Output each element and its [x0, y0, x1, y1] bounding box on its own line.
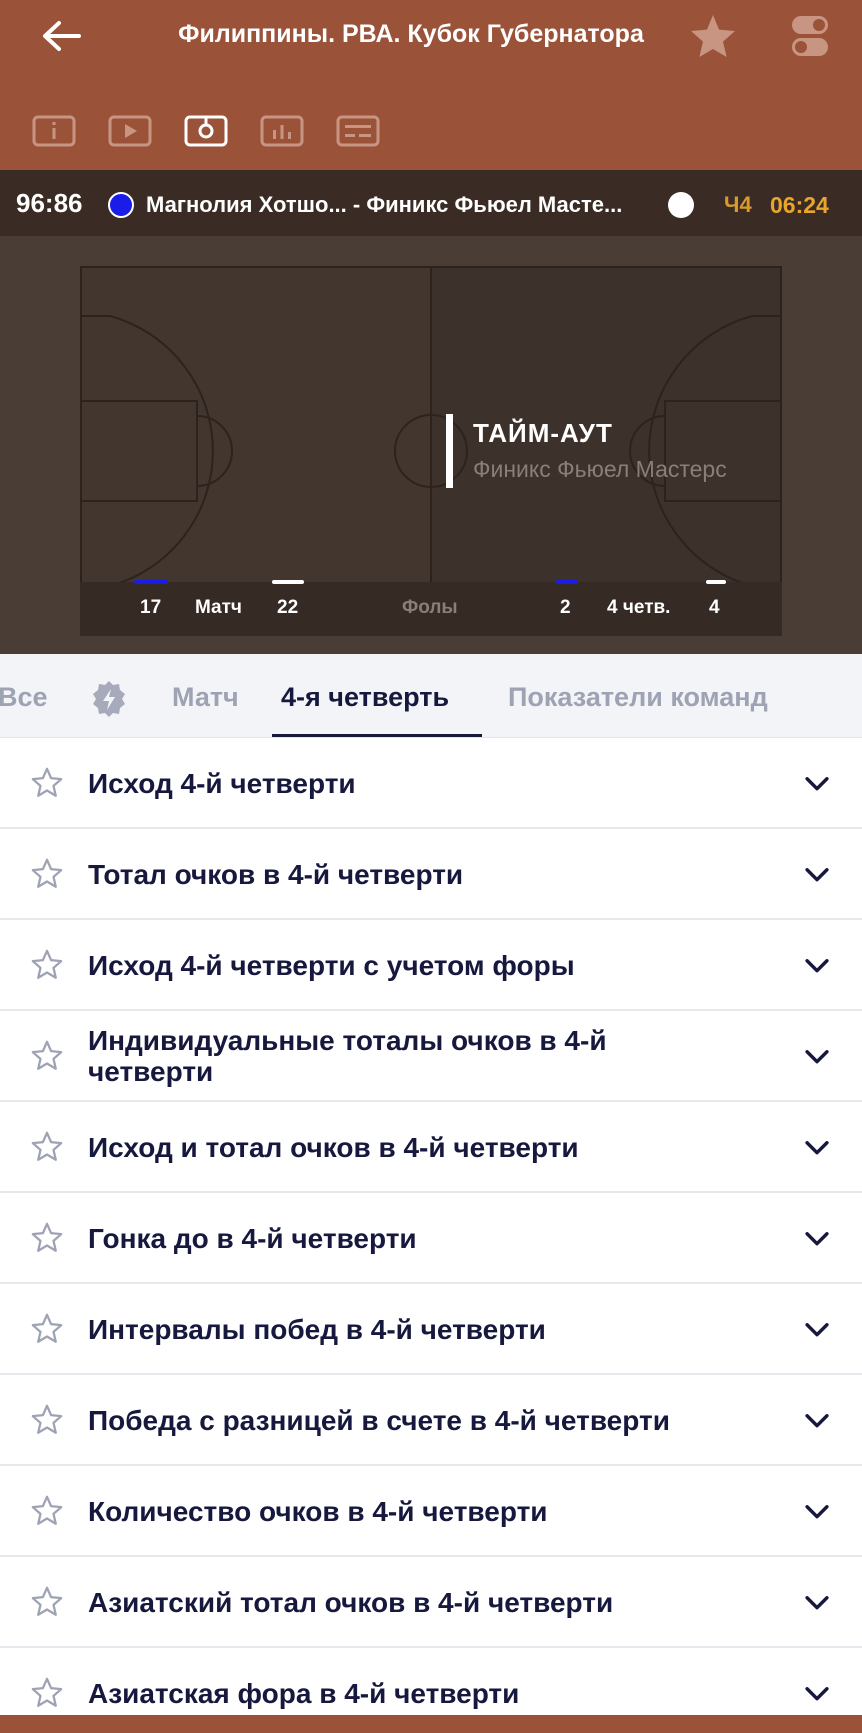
star-outline-icon[interactable]: [30, 1676, 64, 1710]
star-outline-icon[interactable]: [30, 766, 64, 800]
star-outline-icon[interactable]: [30, 1312, 64, 1346]
chevron-down-icon[interactable]: [800, 1403, 834, 1437]
quarter-label: Ч4: [724, 192, 752, 217]
field-tab[interactable]: [184, 114, 228, 148]
stats-tab[interactable]: [260, 114, 304, 148]
market-label: Интервалы побед в 4-й четверти: [88, 1314, 546, 1345]
quarter-fouls-label: 4 четв.: [607, 597, 671, 618]
info-tab[interactable]: [32, 114, 76, 148]
scoreboard-icon: [336, 115, 380, 147]
stats-icon: [260, 115, 304, 147]
chevron-down-icon[interactable]: [800, 1221, 834, 1255]
back-button[interactable]: [36, 14, 86, 58]
chevron-down-icon[interactable]: [800, 1585, 834, 1619]
event-marker: [446, 414, 453, 488]
team2-match-bar: [272, 580, 304, 584]
market-label: Исход 4-й четверти с учетом форы: [88, 950, 575, 981]
team1-match-fouls: 17: [140, 597, 162, 618]
market-row[interactable]: Победа с разницей в счете в 4-й четверти: [0, 1375, 862, 1466]
market-label: Индивидуальные тоталы очков в 4-й четвер…: [88, 1025, 607, 1087]
chevron-down-icon[interactable]: [800, 857, 834, 891]
star-outline-icon[interactable]: [30, 1403, 64, 1437]
team2-color-dot: [668, 192, 694, 218]
team1-color-dot: [108, 192, 134, 218]
tab-quarter-4[interactable]: 4-я четверть: [281, 682, 449, 713]
market-row[interactable]: Исход 4-й четверти: [0, 738, 862, 829]
court-lines: [80, 266, 782, 636]
tab-team-stats[interactable]: Показатели команд: [508, 682, 768, 713]
chevron-down-icon[interactable]: [800, 1130, 834, 1164]
market-row[interactable]: Тотал очков в 4-й четверти: [0, 829, 862, 920]
tab-match[interactable]: Матч: [172, 682, 239, 713]
chevron-down-icon[interactable]: [800, 1494, 834, 1528]
star-outline-icon[interactable]: [30, 1039, 64, 1073]
event-title: ТАЙМ-АУТ: [473, 418, 613, 448]
market-label: Тотал очков в 4-й четверти: [88, 859, 464, 890]
team1-match-bar: [134, 580, 168, 584]
video-icon: [108, 115, 152, 147]
scoreboard-tab[interactable]: [336, 114, 380, 148]
market-tabs: Все Матч 4-я четверть Показатели команд: [0, 654, 862, 738]
market-row[interactable]: Количество очков в 4-й четверти: [0, 1466, 862, 1557]
header: Филиппины. РВА. Кубок Губернатора: [0, 0, 862, 170]
market-row[interactable]: Индивидуальные тоталы очков в 4-й четвер…: [0, 1011, 862, 1102]
page-title: Филиппины. РВА. Кубок Губернатора: [178, 20, 644, 48]
favorite-button[interactable]: [686, 10, 740, 62]
star-outline-icon[interactable]: [30, 857, 64, 891]
chevron-down-icon[interactable]: [800, 1039, 834, 1073]
market-label: Гонка до в 4-й четверти: [88, 1223, 417, 1254]
star-outline-icon[interactable]: [30, 1494, 64, 1528]
tab-all[interactable]: Все: [0, 682, 48, 713]
market-label: Исход и тотал очков в 4-й четверти: [88, 1132, 579, 1163]
video-tab[interactable]: [108, 114, 152, 148]
settings-button[interactable]: [784, 10, 836, 62]
star-icon: [691, 15, 735, 57]
team2-quarter-fouls: 4: [709, 597, 720, 618]
toggle-settings-icon: [792, 16, 828, 56]
star-outline-icon[interactable]: [30, 1585, 64, 1619]
market-label: Количество очков в 4-й четверти: [88, 1496, 548, 1527]
market-label: Победа с разницей в счете в 4-й четверти: [88, 1405, 670, 1436]
chevron-down-icon[interactable]: [800, 948, 834, 982]
active-tab-indicator: [272, 734, 482, 737]
game-clock: 06:24: [770, 192, 829, 218]
market-row[interactable]: Азиатский тотал очков в 4-й четверти: [0, 1557, 862, 1648]
match-score: 96:86: [16, 188, 83, 218]
match-label: Матч: [195, 597, 242, 618]
market-label: Исход 4-й четверти: [88, 768, 356, 799]
market-label: Азиатский тотал очков в 4-й четверти: [88, 1587, 614, 1618]
star-outline-icon[interactable]: [30, 948, 64, 982]
market-row[interactable]: Исход 4-й четверти с учетом форы: [0, 920, 862, 1011]
event-team: Финикс Фьюел Мастерс: [473, 456, 727, 482]
market-row[interactable]: Интервалы побед в 4-й четверти: [0, 1284, 862, 1375]
bottom-bar: [0, 1715, 862, 1733]
team2-quarter-bar: [706, 580, 726, 584]
market-row[interactable]: Гонка до в 4-й четверти: [0, 1193, 862, 1284]
chevron-down-icon[interactable]: [800, 766, 834, 800]
info-icon: [32, 115, 76, 147]
star-outline-icon[interactable]: [30, 1221, 64, 1255]
star-outline-icon[interactable]: [30, 1130, 64, 1164]
lightning-icon[interactable]: [90, 680, 128, 718]
fouls-label: Фолы: [402, 597, 458, 618]
market-label: Азиатская фора в 4-й четверти: [88, 1678, 520, 1709]
team1-quarter-bar: [556, 580, 578, 584]
teams-label: Магнолия Хотшо... - Финикс Фьюел Масте..…: [146, 192, 623, 217]
back-arrow-icon: [43, 21, 81, 51]
market-row[interactable]: Исход и тотал очков в 4-й четверти: [0, 1102, 862, 1193]
team1-quarter-fouls: 2: [560, 597, 571, 618]
field-icon: [184, 115, 228, 147]
chevron-down-icon[interactable]: [800, 1676, 834, 1710]
team2-match-fouls: 22: [277, 597, 299, 618]
chevron-down-icon[interactable]: [800, 1312, 834, 1346]
